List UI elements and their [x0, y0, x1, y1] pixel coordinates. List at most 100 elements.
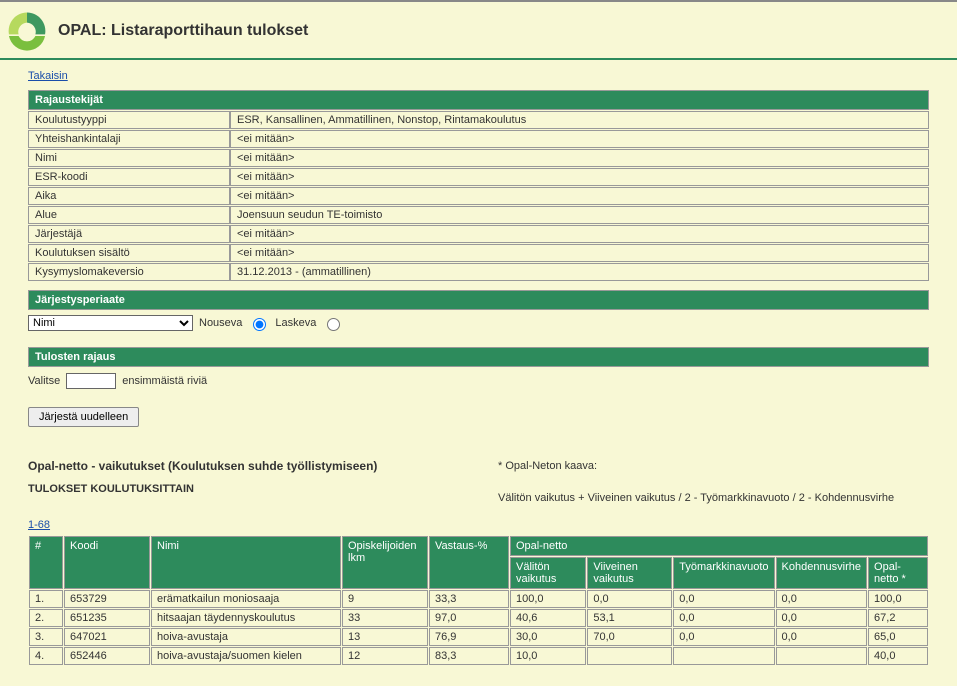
criteria-label: Aika — [28, 187, 230, 205]
criteria-row: Järjestäjä<ei mitään> — [28, 225, 929, 243]
cell-tyomark: 0,0 — [673, 590, 774, 608]
table-row: 4.652446hoiva-avustaja/suomen kielen1283… — [29, 647, 928, 665]
cell-vastaus: 33,3 — [429, 590, 509, 608]
criteria-label: Järjestäjä — [28, 225, 230, 243]
criteria-value: 31.12.2013 - (ammatillinen) — [230, 263, 929, 281]
cell-lkm: 33 — [342, 609, 428, 627]
sort-asc-radio[interactable] — [253, 318, 266, 331]
th-kohd: Kohdennusvirhe — [776, 557, 868, 589]
th-netto: Opal-netto * — [868, 557, 928, 589]
cell-netto: 100,0 — [868, 590, 928, 608]
th-lkm: Opiskelijoiden lkm — [342, 536, 428, 589]
info-right-title: * Opal-Neton kaava: — [498, 459, 894, 475]
criteria-row: Yhteishankintalaji<ei mitään> — [28, 130, 929, 148]
criteria-value: <ei mitään> — [230, 168, 929, 186]
back-link[interactable]: Takaisin — [28, 70, 68, 82]
cell-netto: 65,0 — [868, 628, 928, 646]
cell-vastaus: 97,0 — [429, 609, 509, 627]
cell-valiton: 40,6 — [510, 609, 586, 627]
criteria-value: <ei mitään> — [230, 187, 929, 205]
criteria-row: Aika<ei mitään> — [28, 187, 929, 205]
cell-koodi: 653729 — [64, 590, 150, 608]
th-valiton: Välitön vaikutus — [510, 557, 586, 589]
criteria-label: Koulutustyyppi — [28, 111, 230, 129]
criteria-row: Nimi<ei mitään> — [28, 149, 929, 167]
cell-kohd: 0,0 — [776, 609, 868, 627]
cell-lkm: 9 — [342, 590, 428, 608]
criteria-value: <ei mitään> — [230, 149, 929, 167]
cell-koodi: 651235 — [64, 609, 150, 627]
table-row: 3.647021hoiva-avustaja1376,930,070,00,00… — [29, 628, 928, 646]
cell-netto: 40,0 — [868, 647, 928, 665]
criteria-label: Koulutuksen sisältö — [28, 244, 230, 262]
cell-viiveinen: 0,0 — [587, 590, 672, 608]
cell-lkm: 12 — [342, 647, 428, 665]
table-row: 1.653729erämatkailun moniosaaja933,3100,… — [29, 590, 928, 608]
criteria-value: <ei mitään> — [230, 130, 929, 148]
opal-logo-icon — [6, 10, 48, 52]
limit-suffix: ensimmäistä riviä — [122, 375, 207, 387]
sort-section-title: Järjestysperiaate — [28, 290, 929, 310]
cell-n: 1. — [29, 590, 63, 608]
sort-desc-label: Laskeva — [275, 317, 316, 329]
sort-field-select[interactable]: Nimi — [28, 315, 193, 331]
cell-vastaus: 76,9 — [429, 628, 509, 646]
cell-n: 3. — [29, 628, 63, 646]
criteria-row: KoulutustyyppiESR, Kansallinen, Ammatill… — [28, 111, 929, 129]
cell-nimi: hoiva-avustaja/suomen kielen — [151, 647, 341, 665]
range-link[interactable]: 1-68 — [28, 519, 50, 531]
reorder-button[interactable]: Järjestä uudelleen — [28, 407, 139, 427]
cell-lkm: 13 — [342, 628, 428, 646]
cell-viiveinen: 53,1 — [587, 609, 672, 627]
results-table: # Koodi Nimi Opiskelijoiden lkm Vastaus-… — [28, 535, 929, 666]
info-right: * Opal-Neton kaava: Välitön vaikutus + V… — [498, 459, 894, 507]
info-left-subtitle: TULOKSET KOULUTUKSITTAIN — [28, 483, 458, 495]
criteria-section-title: Rajaustekijät — [28, 90, 929, 110]
limit-input[interactable] — [66, 373, 116, 389]
criteria-value: Joensuun seudun TE-toimisto — [230, 206, 929, 224]
page-title: OPAL: Listaraporttihaun tulokset — [58, 22, 308, 40]
cell-viiveinen — [587, 647, 672, 665]
criteria-table: KoulutustyyppiESR, Kansallinen, Ammatill… — [28, 110, 929, 282]
criteria-value: <ei mitään> — [230, 244, 929, 262]
th-viiveinen: Viiveinen vaikutus — [587, 557, 672, 589]
cell-kohd — [776, 647, 868, 665]
th-nimi: Nimi — [151, 536, 341, 589]
criteria-label: ESR-koodi — [28, 168, 230, 186]
criteria-row: Kysymyslomakeversio31.12.2013 - (ammatil… — [28, 263, 929, 281]
page-header: OPAL: Listaraporttihaun tulokset — [0, 2, 957, 60]
info-left: Opal-netto - vaikutukset (Koulutuksen su… — [28, 459, 458, 507]
cell-tyomark — [673, 647, 774, 665]
criteria-label: Nimi — [28, 149, 230, 167]
cell-kohd: 0,0 — [776, 628, 868, 646]
th-vastaus: Vastaus-% — [429, 536, 509, 589]
info-right-body: Välitön vaikutus + Viiveinen vaikutus / … — [498, 491, 894, 507]
cell-koodi: 647021 — [64, 628, 150, 646]
cell-n: 2. — [29, 609, 63, 627]
criteria-label: Kysymyslomakeversio — [28, 263, 230, 281]
cell-koodi: 652446 — [64, 647, 150, 665]
cell-nimi: erämatkailun moniosaaja — [151, 590, 341, 608]
criteria-label: Yhteishankintalaji — [28, 130, 230, 148]
sort-asc-label: Nouseva — [199, 317, 242, 329]
th-tyomark: Työmarkkinavuoto — [673, 557, 774, 589]
cell-nimi: hitsaajan täydennyskoulutus — [151, 609, 341, 627]
th-koodi: Koodi — [64, 536, 150, 589]
sort-desc-radio[interactable] — [327, 318, 340, 331]
cell-nimi: hoiva-avustaja — [151, 628, 341, 646]
criteria-value: ESR, Kansallinen, Ammatillinen, Nonstop,… — [230, 111, 929, 129]
criteria-row: ESR-koodi<ei mitään> — [28, 168, 929, 186]
cell-kohd: 0,0 — [776, 590, 868, 608]
cell-tyomark: 0,0 — [673, 628, 774, 646]
cell-valiton: 30,0 — [510, 628, 586, 646]
cell-valiton: 100,0 — [510, 590, 586, 608]
cell-valiton: 10,0 — [510, 647, 586, 665]
criteria-label: Alue — [28, 206, 230, 224]
cell-n: 4. — [29, 647, 63, 665]
limit-prefix: Valitse — [28, 375, 60, 387]
criteria-row: Koulutuksen sisältö<ei mitään> — [28, 244, 929, 262]
cell-tyomark: 0,0 — [673, 609, 774, 627]
th-rownum: # — [29, 536, 63, 589]
criteria-value: <ei mitään> — [230, 225, 929, 243]
info-left-title: Opal-netto - vaikutukset (Koulutuksen su… — [28, 459, 458, 473]
